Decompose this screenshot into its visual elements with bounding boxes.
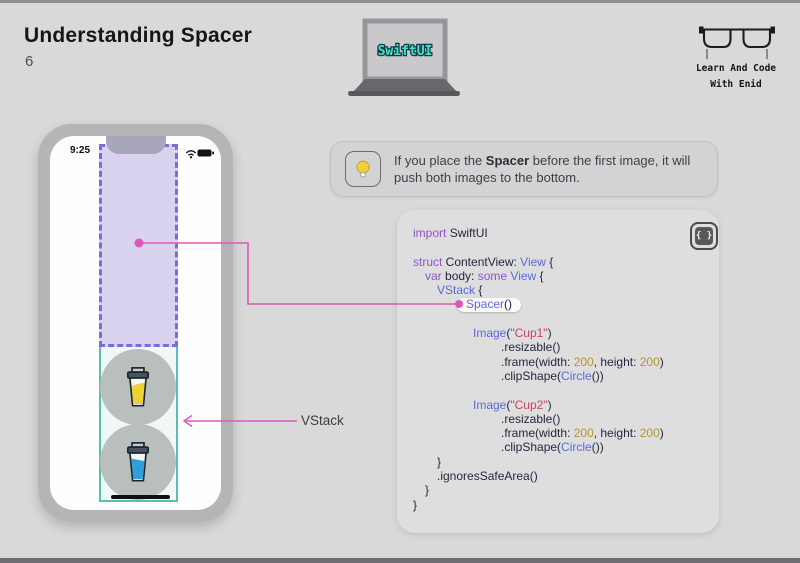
code-token: ContentView	[445, 254, 514, 269]
vstack-label: VStack	[301, 413, 344, 428]
code-token: ())	[591, 368, 604, 383]
home-indicator	[111, 495, 170, 499]
code-token: }	[413, 497, 418, 512]
code-token: Circle	[561, 440, 592, 455]
code-token: ()	[504, 297, 513, 312]
code-token: .resizable()	[501, 340, 561, 355]
lightbulb-icon	[356, 160, 370, 178]
code-token: Image	[473, 326, 507, 341]
code-token: }	[425, 483, 430, 498]
code-line: .resizable()	[413, 412, 713, 426]
slide-number: 6	[25, 53, 34, 70]
code-token: View	[520, 254, 546, 269]
code-token: "Cup1"	[510, 326, 548, 341]
code-line: }	[413, 455, 713, 469]
tip-text-before: If you place the	[394, 152, 486, 168]
code-line: Image("Cup1")	[413, 326, 713, 340]
code-token: )	[547, 326, 552, 341]
code-token: )	[659, 426, 664, 441]
top-border-strip	[0, 0, 800, 3]
code-token: 200	[639, 354, 660, 369]
code-token: some	[477, 268, 511, 283]
brand-tagline-line1: Learn And Code	[695, 63, 777, 74]
code-line: var body: some View {	[413, 269, 713, 283]
code-line: .clipShape(Circle())	[413, 440, 713, 454]
page-title: Understanding Spacer	[24, 24, 253, 47]
glasses-icon	[699, 26, 775, 59]
code-line: .clipShape(Circle())	[413, 369, 713, 383]
code-token: SwiftUI	[449, 226, 488, 240]
brand-tagline-line2: With Enid	[710, 79, 762, 90]
status-bar-time: 9:25	[69, 145, 90, 156]
code-token: View	[510, 268, 537, 283]
code-line: .ignoresSafeArea()	[413, 469, 713, 483]
code-line: Spacer()	[413, 297, 713, 313]
code-line: }	[413, 498, 713, 512]
code-token: )	[547, 397, 552, 412]
code-token: 200	[639, 426, 660, 441]
spacer-highlight-pill: Spacer()	[457, 297, 522, 313]
code-lines: import SwiftUI struct ContentView: View {…	[413, 226, 713, 512]
code-token: 200	[573, 426, 594, 441]
code-line: .frame(width: 200, height: 200)	[413, 426, 713, 440]
wifi-icon	[185, 150, 197, 159]
cup2-icon	[126, 442, 150, 482]
tip-text: If you place the Spacer before the first…	[394, 152, 703, 187]
code-token: import	[413, 226, 450, 240]
code-token: .resizable()	[501, 411, 561, 426]
code-token: , height:	[593, 354, 640, 369]
code-token: .frame(width:	[501, 426, 574, 441]
code-token: struct	[413, 254, 446, 269]
code-token: }	[437, 454, 442, 469]
code-token: VStack	[437, 283, 476, 298]
code-line: VStack {	[413, 283, 713, 297]
code-token: .clipShape(	[501, 368, 562, 383]
cup1-icon	[126, 367, 150, 407]
spacer-highlight-region	[99, 144, 178, 347]
code-token: body:	[445, 268, 478, 283]
code-token: Spacer	[466, 297, 505, 312]
tip-callout: If you place the Spacer before the first…	[330, 141, 718, 197]
code-token: {	[545, 254, 554, 269]
code-line: }	[413, 483, 713, 497]
code-line: struct ContentView: View {	[413, 255, 713, 269]
lightbulb-badge	[345, 151, 381, 187]
code-token: 200	[573, 354, 594, 369]
laptop-label: SwiftUI	[378, 44, 433, 59]
tip-text-bold: Spacer	[485, 152, 530, 168]
code-token: Circle	[561, 368, 592, 383]
code-token: ())	[591, 440, 604, 455]
phone-notch	[106, 136, 166, 154]
code-token: {	[475, 283, 483, 298]
code-token: .clipShape(	[501, 440, 562, 455]
code-token: )	[659, 354, 664, 369]
code-token: {	[536, 268, 544, 283]
code-token: "Cup2"	[510, 397, 548, 412]
battery-icon	[197, 149, 214, 157]
code-token: , height:	[593, 426, 640, 441]
code-line: .frame(width: 200, height: 200)	[413, 355, 713, 369]
bottom-border-strip	[0, 558, 800, 563]
code-token: .frame(width:	[501, 354, 574, 369]
laptop-swiftui-logo: SwiftUI	[348, 18, 460, 96]
code-token: Image	[473, 397, 507, 412]
code-token: .ignoresSafeArea()	[437, 469, 538, 484]
code-token: var	[425, 268, 446, 283]
code-line: Image("Cup2")	[413, 398, 713, 412]
code-line: .resizable()	[413, 340, 713, 354]
code-line: import SwiftUI	[413, 226, 713, 240]
